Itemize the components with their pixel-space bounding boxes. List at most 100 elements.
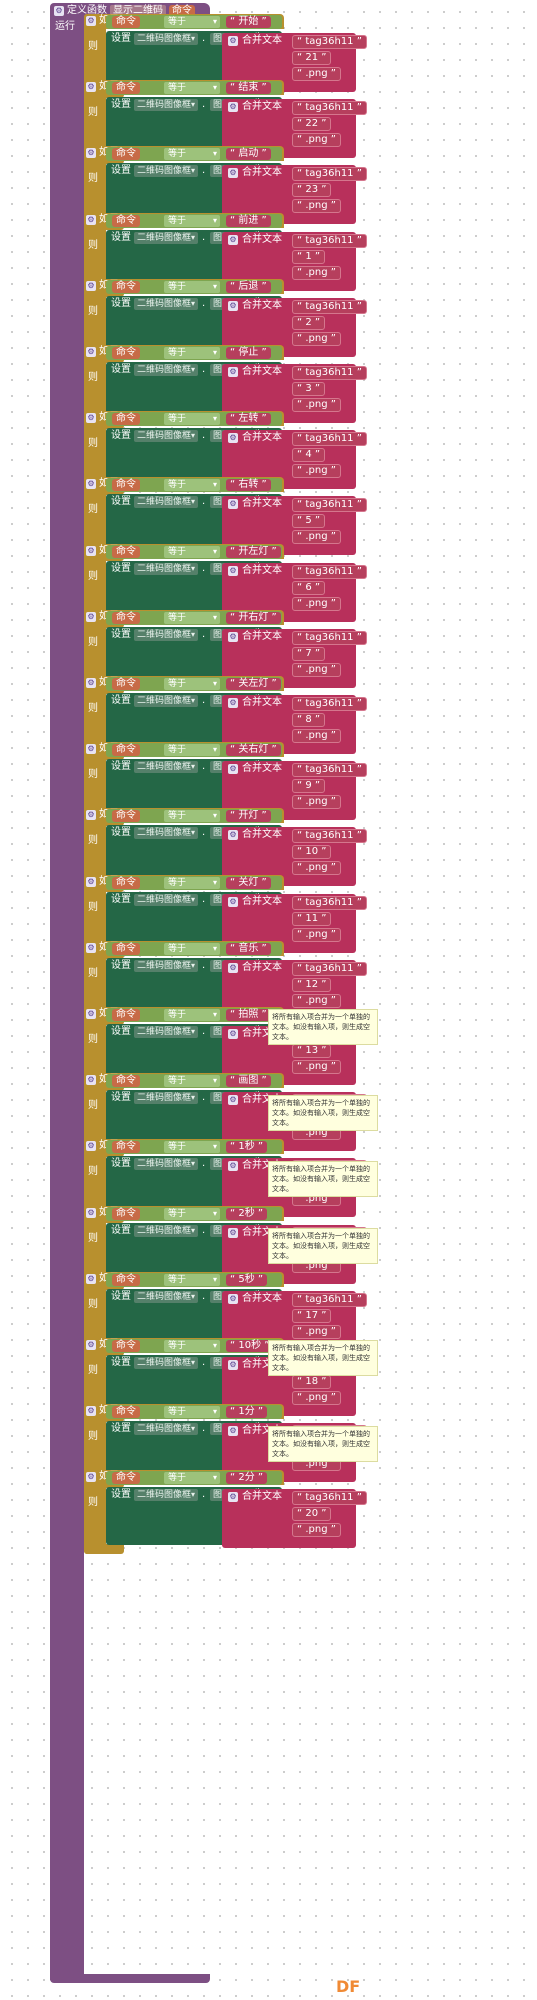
join-mutator-gear-icon[interactable] [228, 499, 238, 510]
join-mutator-gear-icon[interactable] [228, 433, 238, 444]
compare-block[interactable]: 命令 等于 “ 开始 ” [106, 15, 282, 29]
operator-dropdown[interactable]: 等于 [164, 214, 220, 227]
operator-dropdown[interactable]: 等于 [164, 744, 220, 757]
if-mutator-gear-icon[interactable] [86, 148, 96, 159]
command-string[interactable]: “ 开始 ” [226, 16, 271, 28]
prefix-string[interactable]: “ tag36h11 ” [292, 961, 367, 976]
component-dropdown[interactable]: 二维码图像框 [134, 1357, 198, 1369]
number-string[interactable]: “ 23 ” [292, 183, 332, 198]
component-dropdown[interactable]: 二维码图像框 [134, 99, 198, 112]
operator-dropdown[interactable]: 等于 [164, 876, 220, 889]
variable-chip[interactable]: 命令 [112, 1340, 140, 1352]
command-string[interactable]: “ 启动 ” [226, 148, 271, 161]
operator-dropdown[interactable]: 等于 [164, 413, 220, 426]
suffix-string[interactable]: “ .png ” [292, 927, 341, 942]
compare-block[interactable]: 命令 等于 “ 5秒 ” [106, 1272, 282, 1287]
number-string[interactable]: “ 22 ” [292, 117, 332, 132]
if-mutator-gear-icon[interactable] [86, 876, 96, 887]
compare-block[interactable]: 命令 等于 “ 关灯 ” [106, 875, 282, 890]
if-mutator-gear-icon[interactable] [86, 1141, 96, 1152]
prefix-string[interactable]: “ tag36h11 ” [292, 233, 367, 248]
if-mutator-gear-icon[interactable] [86, 1009, 96, 1019]
if-mutator-gear-icon[interactable] [86, 611, 96, 622]
command-string[interactable]: “ 关右灯 ” [226, 744, 281, 757]
number-string[interactable]: “ 7 ” [292, 646, 326, 661]
variable-chip[interactable]: 命令 [112, 82, 140, 95]
if-mutator-gear-icon[interactable] [86, 1406, 96, 1417]
if-mutator-gear-icon[interactable] [86, 1472, 96, 1483]
join-mutator-gear-icon[interactable] [228, 168, 238, 179]
variable-chip[interactable]: 命令 [112, 545, 140, 558]
join-mutator-gear-icon[interactable] [228, 565, 238, 576]
component-dropdown[interactable]: 二维码图像框 [134, 1026, 198, 1038]
variable-chip[interactable]: 命令 [112, 479, 140, 492]
number-string[interactable]: “ 2 ” [292, 315, 326, 330]
operator-dropdown[interactable]: 等于 [164, 1340, 220, 1352]
prefix-string[interactable]: “ tag36h11 ” [292, 299, 367, 314]
operator-dropdown[interactable]: 等于 [164, 1472, 220, 1485]
compare-block[interactable]: 命令 等于 “ 前进 ” [106, 213, 282, 228]
operator-dropdown[interactable]: 等于 [164, 678, 220, 690]
compare-block[interactable]: 命令 等于 “ 启动 ” [106, 147, 282, 162]
suffix-string[interactable]: “ .png ” [292, 1391, 341, 1405]
compare-block[interactable]: 命令 等于 “ 开左灯 ” [106, 544, 282, 559]
variable-chip[interactable]: 命令 [112, 678, 140, 690]
compare-block[interactable]: 命令 等于 “ 左转 ” [106, 412, 282, 427]
number-string[interactable]: “ 10 ” [292, 845, 332, 860]
number-string[interactable]: “ 3 ” [292, 382, 326, 396]
join-mutator-gear-icon[interactable] [228, 1227, 238, 1238]
command-string[interactable]: “ 右转 ” [226, 479, 271, 492]
component-dropdown[interactable]: 二维码图像框 [134, 959, 198, 972]
variable-chip[interactable]: 命令 [112, 1472, 140, 1485]
number-string[interactable]: “ 5 ” [292, 514, 326, 529]
component-dropdown[interactable]: 二维码图像框 [134, 695, 198, 707]
join-mutator-gear-icon[interactable] [228, 1360, 238, 1370]
if-mutator-gear-icon[interactable] [86, 479, 96, 490]
suffix-string[interactable]: “ .png ” [292, 795, 341, 810]
variable-chip[interactable]: 命令 [112, 413, 140, 426]
component-dropdown[interactable]: 二维码图像框 [134, 827, 198, 840]
compare-block[interactable]: 命令 等于 “ 后退 ” [106, 279, 282, 294]
operator-dropdown[interactable]: 等于 [164, 1141, 220, 1154]
variable-chip[interactable]: 命令 [112, 744, 140, 757]
variable-chip[interactable]: 命令 [112, 347, 140, 359]
join-mutator-gear-icon[interactable] [228, 367, 238, 377]
variable-chip[interactable]: 命令 [112, 148, 140, 161]
command-string[interactable]: “ 开右灯 ” [226, 611, 281, 624]
prefix-string[interactable]: “ tag36h11 ” [292, 35, 367, 49]
variable-chip[interactable]: 命令 [112, 214, 140, 227]
join-mutator-gear-icon[interactable] [228, 36, 238, 46]
number-string[interactable]: “ 17 ” [292, 1308, 332, 1323]
prefix-string[interactable]: “ tag36h11 ” [292, 564, 367, 579]
prefix-string[interactable]: “ tag36h11 ” [292, 432, 367, 447]
join-mutator-gear-icon[interactable] [228, 962, 238, 973]
join-mutator-gear-icon[interactable] [228, 1293, 238, 1304]
number-string[interactable]: “ 13 ” [292, 1044, 332, 1058]
if-mutator-gear-icon[interactable] [86, 744, 96, 755]
variable-chip[interactable]: 命令 [112, 16, 140, 28]
variable-chip[interactable]: 命令 [112, 1009, 140, 1021]
command-string[interactable]: “ 左转 ” [226, 413, 271, 426]
command-string[interactable]: “ 关左灯 ” [226, 678, 281, 690]
command-string[interactable]: “ 后退 ” [226, 280, 271, 293]
number-string[interactable]: “ 12 ” [292, 977, 332, 992]
join-mutator-gear-icon[interactable] [228, 631, 238, 642]
if-mutator-gear-icon[interactable] [86, 214, 96, 225]
number-string[interactable]: “ 18 ” [292, 1375, 332, 1389]
variable-chip[interactable]: 命令 [112, 1075, 140, 1088]
if-mutator-gear-icon[interactable] [86, 1075, 96, 1086]
command-string[interactable]: “ 停止 ” [226, 347, 271, 359]
if-mutator-gear-icon[interactable] [86, 413, 96, 424]
operator-dropdown[interactable]: 等于 [164, 1075, 220, 1088]
prefix-string[interactable]: “ tag36h11 ” [292, 1292, 367, 1307]
join-mutator-gear-icon[interactable] [228, 764, 238, 775]
variable-chip[interactable]: 命令 [112, 810, 140, 823]
if-mutator-gear-icon[interactable] [86, 1273, 96, 1284]
join-mutator-gear-icon[interactable] [228, 1426, 238, 1437]
operator-dropdown[interactable]: 等于 [164, 148, 220, 161]
compare-block[interactable]: 命令 等于 “ 开右灯 ” [106, 610, 282, 625]
command-string[interactable]: “ 结束 ” [226, 82, 271, 95]
command-string[interactable]: “ 2秒 ” [226, 1207, 268, 1220]
operator-dropdown[interactable]: 等于 [164, 82, 220, 95]
component-dropdown[interactable]: 二维码图像框 [134, 1489, 198, 1502]
